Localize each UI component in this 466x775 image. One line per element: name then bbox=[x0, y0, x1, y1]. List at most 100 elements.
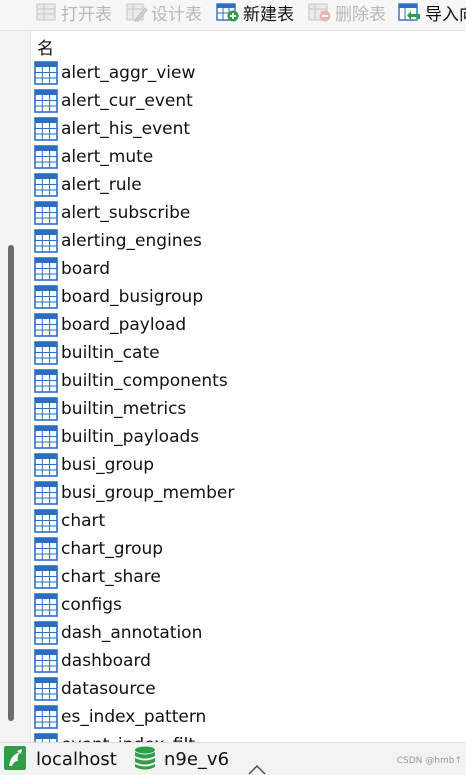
table-row[interactable]: alert_mute bbox=[31, 143, 466, 171]
table-row[interactable]: builtin_cate bbox=[31, 339, 466, 367]
table-row[interactable]: event_index_filt bbox=[31, 731, 466, 742]
table-icon bbox=[34, 705, 58, 729]
table-row[interactable]: busi_group bbox=[31, 451, 466, 479]
table-name: es_index_pattern bbox=[61, 707, 207, 727]
table-name: dash_annotation bbox=[61, 623, 203, 643]
watermark: CSDN @hmb↑ bbox=[396, 756, 462, 766]
database-icon bbox=[135, 746, 155, 770]
table-icon bbox=[34, 369, 58, 393]
database-label: n9e_v6 bbox=[164, 748, 230, 770]
table-name: board bbox=[61, 259, 111, 279]
table-name: busi_group_member bbox=[61, 483, 235, 503]
table-name: datasource bbox=[61, 679, 156, 699]
table-icon bbox=[34, 117, 58, 141]
table-row[interactable]: builtin_metrics bbox=[31, 395, 466, 423]
table-row[interactable]: dash_annotation bbox=[31, 619, 466, 647]
table-name: dashboard bbox=[61, 651, 151, 671]
table-name: alert_rule bbox=[61, 175, 142, 195]
design-table-button[interactable]: 设计表 bbox=[126, 0, 202, 25]
table-icon bbox=[34, 621, 58, 645]
table-row[interactable]: alert_his_event bbox=[31, 115, 466, 143]
table-row[interactable]: dashboard bbox=[31, 647, 466, 675]
table-icon bbox=[34, 257, 58, 281]
table-name: alert_subscribe bbox=[61, 203, 191, 223]
table-row[interactable]: alerting_engines bbox=[31, 227, 466, 255]
design-table-label: 设计表 bbox=[151, 4, 202, 25]
table-name: alerting_engines bbox=[61, 231, 202, 251]
table-row[interactable]: alert_rule bbox=[31, 171, 466, 199]
table-icon bbox=[34, 509, 58, 533]
table-name: chart_group bbox=[61, 539, 164, 559]
connection-item[interactable]: localhost bbox=[4, 743, 117, 775]
table-icon bbox=[34, 537, 58, 561]
table-name: configs bbox=[61, 595, 122, 615]
table-list: 名 alert_aggr_view alert_cur_event alert_… bbox=[31, 31, 466, 742]
table-name: alert_cur_event bbox=[61, 91, 193, 111]
open-table-label: 打开表 bbox=[61, 4, 112, 25]
table-name: alert_aggr_view bbox=[61, 63, 196, 83]
table-icon bbox=[34, 649, 58, 673]
table-name: builtin_cate bbox=[61, 343, 160, 363]
new-table-label: 新建表 bbox=[243, 4, 294, 25]
table-icon bbox=[34, 481, 58, 505]
table-icon bbox=[34, 677, 58, 701]
design-table-icon bbox=[126, 3, 148, 22]
table-row[interactable]: busi_group_member bbox=[31, 479, 466, 507]
table-icon bbox=[34, 453, 58, 477]
table-icon bbox=[34, 201, 58, 225]
table-icon bbox=[34, 173, 58, 197]
table-name: busi_group bbox=[61, 455, 155, 475]
table-rows: alert_aggr_view alert_cur_event alert_hi… bbox=[31, 59, 466, 742]
table-name: chart_share bbox=[61, 567, 161, 587]
import-icon bbox=[398, 3, 420, 21]
table-icon bbox=[34, 313, 58, 337]
table-icon bbox=[34, 89, 58, 113]
table-row[interactable]: datasource bbox=[31, 675, 466, 703]
table-row[interactable]: builtin_payloads bbox=[31, 423, 466, 451]
table-icon bbox=[34, 425, 58, 449]
table-name: builtin_components bbox=[61, 371, 228, 391]
table-row[interactable]: alert_subscribe bbox=[31, 199, 466, 227]
open-table-button[interactable]: 打开表 bbox=[36, 0, 112, 25]
left-panel-strip bbox=[0, 31, 31, 742]
table-icon bbox=[34, 565, 58, 589]
import-label: 导入向 bbox=[425, 4, 466, 25]
table-row[interactable]: board_busigroup bbox=[31, 283, 466, 311]
table-name: board_payload bbox=[61, 315, 187, 335]
table-row[interactable]: alert_cur_event bbox=[31, 87, 466, 115]
table-name: builtin_payloads bbox=[61, 427, 200, 447]
new-table-button[interactable]: 新建表 bbox=[216, 0, 294, 25]
vertical-scrollbar-thumb[interactable] bbox=[8, 245, 14, 721]
table-row[interactable]: es_index_pattern bbox=[31, 703, 466, 731]
table-name: chart bbox=[61, 511, 106, 531]
table-name: board_busigroup bbox=[61, 287, 204, 307]
toolbar: 打开表 设计表 新建表 删除表 导入 bbox=[0, 0, 466, 31]
open-table-icon bbox=[36, 3, 56, 21]
table-icon bbox=[34, 397, 58, 421]
table-name: alert_his_event bbox=[61, 119, 191, 139]
database-item[interactable]: n9e_v6 bbox=[134, 743, 229, 775]
delete-table-button[interactable]: 删除表 bbox=[308, 0, 386, 25]
table-icon bbox=[34, 341, 58, 365]
table-row[interactable]: chart_group bbox=[31, 535, 466, 563]
delete-table-icon bbox=[308, 3, 331, 22]
import-wizard-button[interactable]: 导入向 bbox=[398, 0, 466, 25]
table-row[interactable]: chart bbox=[31, 507, 466, 535]
table-row[interactable]: board_payload bbox=[31, 311, 466, 339]
delete-table-label: 删除表 bbox=[335, 4, 386, 25]
new-table-icon bbox=[216, 3, 239, 22]
table-icon bbox=[34, 285, 58, 309]
table-icon bbox=[34, 593, 58, 617]
table-row[interactable]: chart_share bbox=[31, 563, 466, 591]
table-row[interactable]: configs bbox=[31, 591, 466, 619]
connection-label: localhost bbox=[36, 748, 117, 770]
table-name: alert_mute bbox=[61, 147, 154, 167]
table-icon bbox=[34, 145, 58, 169]
connection-icon bbox=[4, 746, 26, 770]
table-icon bbox=[34, 733, 58, 742]
table-row[interactable]: builtin_components bbox=[31, 367, 466, 395]
table-row[interactable]: board bbox=[31, 255, 466, 283]
table-row[interactable]: alert_aggr_view bbox=[31, 59, 466, 87]
status-bar: localhost n9e_v6 CSDN @hmb↑ bbox=[0, 742, 466, 775]
name-column-header[interactable]: 名 bbox=[37, 34, 54, 59]
